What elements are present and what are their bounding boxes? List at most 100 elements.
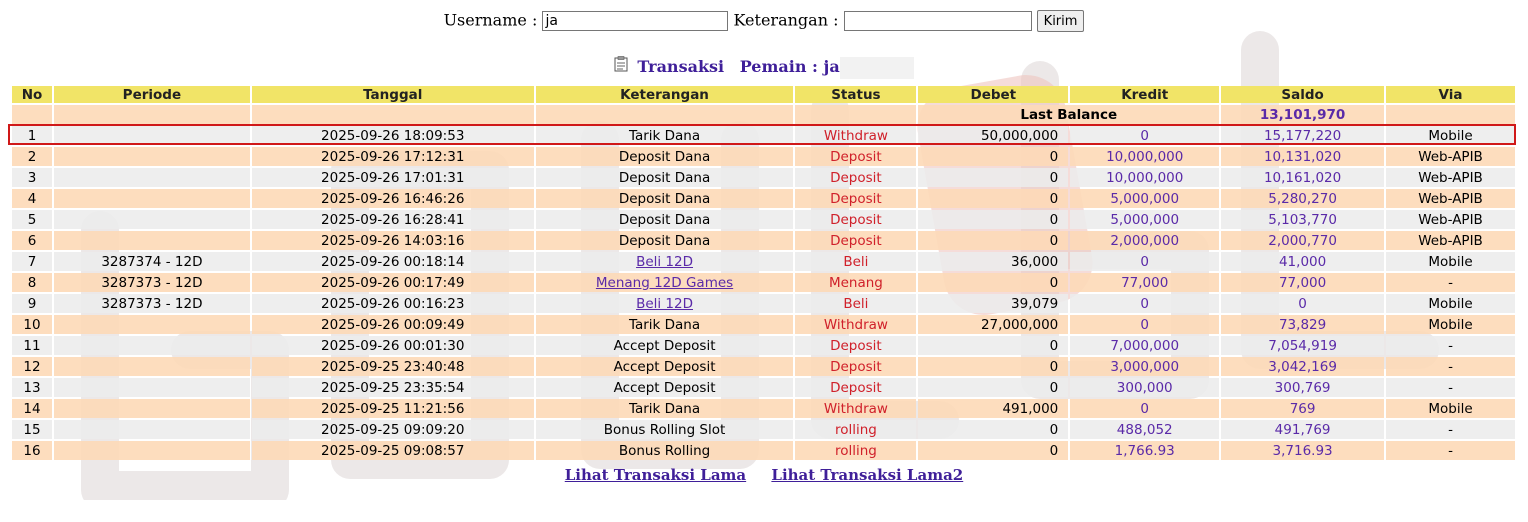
last-balance-value: 13,101,970 (1221, 105, 1385, 124)
cell-saldo: 769 (1221, 399, 1385, 418)
cell-kredit: 0 (1070, 294, 1220, 313)
cell-status: Withdraw (795, 315, 917, 334)
cell-tanggal: 2025-09-25 11:21:56 (251, 399, 534, 418)
cell-tanggal: 2025-09-26 16:28:41 (251, 210, 534, 229)
col-keterangan: Keterangan (535, 86, 794, 103)
table-row: 13 2025-09-25 23:35:54 Accept Deposit Depos… (12, 378, 1515, 397)
username-label: Username : (443, 10, 538, 30)
cell-tanggal: 2025-09-26 00:18:14 (251, 252, 534, 271)
cell-saldo: 2,000,770 (1221, 231, 1385, 250)
cell-debet: 0 (918, 420, 1069, 439)
cell-kredit: 2,000,000 (1070, 231, 1220, 250)
cell-tanggal: 2025-09-26 17:01:31 (251, 168, 534, 187)
cell-via: Web-APIB (1386, 231, 1515, 250)
table-row: 15 2025-09-25 09:09:20 Bonus Rolling Slot r… (12, 420, 1515, 439)
last-balance-label: Last Balance (918, 105, 1220, 124)
cell-periode (53, 168, 250, 187)
cell-tanggal: 2025-09-26 00:16:23 (251, 294, 534, 313)
cell-via: Mobile (1386, 399, 1515, 418)
cell-no: 4 (12, 189, 52, 208)
cell-tanggal: 2025-09-25 23:40:48 (251, 357, 534, 376)
cell-status: Deposit (795, 357, 917, 376)
cell-periode (53, 210, 250, 229)
cell-debet: 0 (918, 231, 1069, 250)
cell-kredit: 0 (1070, 399, 1220, 418)
cell-debet: 0 (918, 189, 1069, 208)
col-kredit: Kredit (1070, 86, 1220, 103)
keterangan-link[interactable]: Menang 12D Games (596, 275, 733, 291)
cell-via: Web-APIB (1386, 168, 1515, 187)
cell-kredit: 10,000,000 (1070, 168, 1220, 187)
cell-no: 7 (12, 252, 52, 271)
cell-kredit: 0 (1070, 315, 1220, 334)
cell-tanggal: 2025-09-26 16:46:26 (251, 189, 534, 208)
cell-debet: 0 (918, 357, 1069, 376)
table-row: 14 2025-09-25 11:21:56 Tarik Dana Withdraw 4… (12, 399, 1515, 418)
cell-saldo: 41,000 (1221, 252, 1385, 271)
cell-debet: 36,000 (918, 252, 1069, 271)
cell-periode (53, 336, 250, 355)
cell-tanggal: 2025-09-25 09:08:57 (251, 441, 534, 460)
col-status: Status (795, 86, 917, 103)
cell-keterangan: Tarik Dana (535, 315, 794, 334)
cell-keterangan: Accept Deposit (535, 336, 794, 355)
cell-status: rolling (795, 441, 917, 460)
cell-status: Withdraw (795, 399, 917, 418)
last-balance-row: Last Balance 13,101,970 (12, 105, 1515, 124)
search-form: Username : Keterangan : Kirim (0, 10, 1528, 32)
cell-periode (53, 231, 250, 250)
table-row: 3 2025-09-26 17:01:31 Deposit Dana Deposit 0… (12, 168, 1515, 187)
cell-status: Deposit (795, 210, 917, 229)
cell-periode: 3287373 - 12D (53, 273, 250, 292)
table-row: 9 3287373 - 12D 2025-09-26 00:16:23 Beli 12… (12, 294, 1515, 313)
cell-keterangan: Deposit Dana (535, 231, 794, 250)
cell-via: Web-APIB (1386, 189, 1515, 208)
cell-kredit: 5,000,000 (1070, 210, 1220, 229)
table-header-row: No Periode Tanggal Keterangan Status Deb… (12, 86, 1515, 103)
table-row: 6 2025-09-26 14:03:16 Deposit Dana Deposit 0… (12, 231, 1515, 250)
submit-button[interactable]: Kirim (1036, 10, 1085, 32)
cell-kredit: 1,766.93 (1070, 441, 1220, 460)
cell-via: - (1386, 378, 1515, 397)
cell-no: 5 (12, 210, 52, 229)
cell-no: 6 (12, 231, 52, 250)
table-row: 2 2025-09-26 17:12:31 Deposit Dana Deposit 0… (12, 147, 1515, 166)
cell-debet: 0 (918, 336, 1069, 355)
cell-debet: 27,000,000 (918, 315, 1069, 334)
cell-periode: 3287374 - 12D (53, 252, 250, 271)
cell-debet: 0 (918, 273, 1069, 292)
cell-keterangan: Accept Deposit (535, 357, 794, 376)
heading-title: Transaksi (637, 57, 725, 76)
col-saldo: Saldo (1221, 86, 1385, 103)
old-transactions-link[interactable]: Lihat Transaksi Lama (565, 466, 746, 484)
cell-no: 3 (12, 168, 52, 187)
cell-periode (53, 399, 250, 418)
cell-periode (53, 441, 250, 460)
cell-keterangan: Tarik Dana (535, 126, 794, 145)
keterangan-link[interactable]: Beli 12D (636, 254, 693, 270)
keterangan-input[interactable] (843, 11, 1032, 31)
cell-periode (53, 189, 250, 208)
cell-kredit: 0 (1070, 252, 1220, 271)
cell-kredit: 77,000 (1070, 273, 1220, 292)
cell-keterangan: Deposit Dana (535, 210, 794, 229)
col-periode: Periode (53, 86, 250, 103)
cell-debet: 0 (918, 168, 1069, 187)
keterangan-link[interactable]: Beli 12D (636, 296, 693, 312)
old-transactions-link-2[interactable]: Lihat Transaksi Lama2 (771, 466, 963, 484)
cell-periode (53, 420, 250, 439)
cell-status: Withdraw (795, 126, 917, 145)
cell-status: Beli (795, 252, 917, 271)
keterangan-label: Keterangan : (733, 10, 839, 30)
cell-kredit: 5,000,000 (1070, 189, 1220, 208)
cell-no: 14 (12, 399, 52, 418)
cell-debet: 0 (918, 441, 1069, 460)
cell-no: 12 (12, 357, 52, 376)
cell-keterangan: Deposit Dana (535, 168, 794, 187)
clipboard-icon (614, 56, 633, 76)
cell-tanggal: 2025-09-26 00:01:30 (251, 336, 534, 355)
cell-saldo: 491,769 (1221, 420, 1385, 439)
footer-links: Lihat Transaksi Lama Lihat Transaksi Lam… (0, 466, 1528, 484)
username-input[interactable] (542, 11, 729, 31)
cell-tanggal: 2025-09-25 09:09:20 (251, 420, 534, 439)
